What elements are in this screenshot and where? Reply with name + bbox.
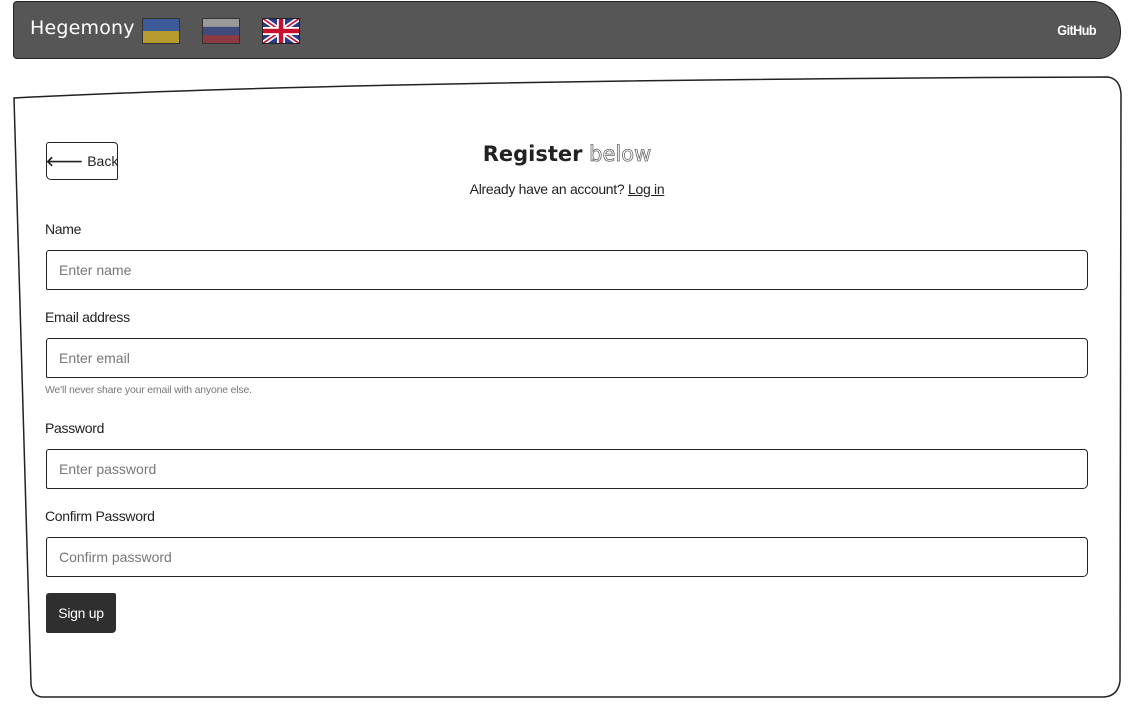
email-help-text: We'll never share your email with anyone… (45, 384, 252, 396)
uk-flag-icon[interactable] (262, 18, 300, 44)
email-label: Email address (45, 309, 130, 325)
have-account-text: Already have an account? (469, 181, 625, 197)
password-input[interactable] (46, 449, 1088, 489)
top-navbar: Hegemony GitHub (13, 1, 1121, 59)
password-label: Password (45, 420, 105, 436)
sign-up-button[interactable]: Sign up (46, 593, 116, 633)
russia-flag-icon[interactable] (202, 18, 240, 44)
brand-link[interactable]: Hegemony (30, 17, 135, 39)
page-title: Register below (12, 142, 1122, 167)
title-light: below (589, 142, 652, 167)
confirm-password-label: Confirm Password (45, 508, 155, 524)
name-input[interactable] (46, 250, 1088, 290)
login-prompt: Already have an account? Log in (12, 181, 1122, 197)
register-card: 🡐 Back Register below Already have an ac… (12, 76, 1122, 699)
login-link[interactable]: Log in (628, 181, 665, 197)
confirm-password-input[interactable] (46, 537, 1088, 577)
email-input[interactable] (46, 338, 1088, 378)
title-strong: Register (482, 142, 583, 166)
github-link[interactable]: GitHub (1057, 22, 1096, 38)
name-label: Name (45, 221, 82, 237)
ukraine-flag-icon[interactable] (142, 18, 180, 44)
